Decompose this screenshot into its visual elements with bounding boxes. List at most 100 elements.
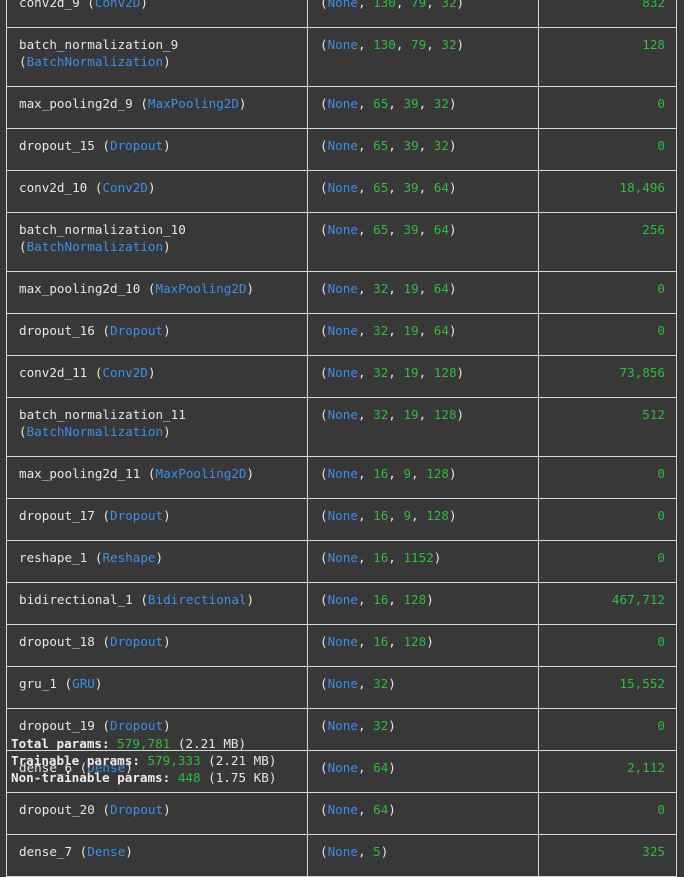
paren: ): [163, 508, 171, 523]
layer-type: Dropout: [110, 634, 164, 649]
shape-none: None: [327, 323, 358, 338]
param-count-cell: 0: [538, 708, 677, 751]
layer-row: dropout_17 (Dropout) (None, 16, 9, 128) 0: [6, 498, 677, 541]
total-params-size: (2.21 MB): [177, 736, 247, 751]
comma: ,: [357, 407, 374, 422]
layer-type: Conv2D: [102, 365, 148, 380]
shape-dim: 19: [403, 365, 419, 380]
shape-dim: 1152: [403, 550, 434, 565]
shape-dim: 130: [373, 0, 396, 10]
param-count: 512: [642, 407, 665, 422]
comma: ,: [388, 592, 404, 607]
layer-name: bidirectional_1: [19, 592, 133, 607]
shape-dim: 128: [433, 407, 457, 422]
layer-name: reshape_1: [19, 550, 88, 565]
comma: ,: [426, 37, 442, 52]
comma: ,: [357, 96, 374, 111]
shape-dim: 39: [403, 138, 419, 153]
paren: ): [448, 323, 457, 338]
param-count: 0: [657, 802, 665, 817]
paren: (: [320, 0, 328, 10]
shape-dim: 128: [403, 592, 427, 607]
comma: ,: [357, 550, 374, 565]
paren: ): [448, 96, 457, 111]
paren: (: [320, 760, 328, 775]
comma: ,: [388, 407, 404, 422]
comma: ,: [418, 281, 434, 296]
param-count: 15,552: [619, 676, 666, 691]
paren: (: [64, 676, 73, 691]
layer-name-cell: dropout_16 (Dropout): [6, 313, 308, 356]
layer-name-cell: dense_7 (Dense): [6, 834, 308, 877]
output-shape-cell: (None, 65, 39, 64): [307, 170, 539, 213]
shape-none: None: [327, 96, 358, 111]
layer-name: dropout_16: [19, 323, 95, 338]
paren: (: [320, 407, 328, 422]
param-count-cell: 0: [538, 86, 677, 129]
comma: ,: [411, 508, 427, 523]
comma: ,: [418, 138, 434, 153]
shape-dim: 9: [403, 508, 412, 523]
shape-none: None: [327, 222, 358, 237]
layer-name: dropout_15: [19, 138, 95, 153]
paren: ): [380, 844, 389, 859]
paren: (: [320, 281, 328, 296]
paren: ): [147, 180, 156, 195]
nontrainable-params-size: (1.75 KB): [208, 770, 277, 785]
shape-dim: 65: [373, 138, 389, 153]
paren: (: [320, 676, 328, 691]
paren: ): [448, 138, 457, 153]
shape-dim: 32: [433, 96, 449, 111]
shape-none: None: [327, 550, 358, 565]
comma: ,: [411, 466, 427, 481]
paren: (: [102, 508, 111, 523]
comma: ,: [357, 592, 374, 607]
param-count: 128: [642, 37, 665, 52]
output-shape-cell: (None, 130, 79, 32): [307, 0, 539, 28]
param-count-cell: 0: [538, 128, 677, 171]
comma: ,: [388, 508, 404, 523]
paren: ): [163, 239, 171, 254]
layer-name-cell: dropout_18 (Dropout): [6, 624, 308, 667]
shape-dim: 32: [373, 365, 389, 380]
layer-name: batch_normalization_9: [19, 37, 179, 52]
shape-none: None: [327, 760, 358, 775]
layer-row: dropout_16 (Dropout) (None, 32, 19, 64) 0: [6, 313, 677, 356]
shape-none: None: [327, 844, 358, 859]
param-count: 0: [657, 138, 665, 153]
layer-name-cell: conv2d_10 (Conv2D): [6, 170, 308, 213]
layer-name-cell: dropout_20 (Dropout): [6, 792, 308, 835]
layer-row: gru_1 (GRU) (None, 32) 15,552: [6, 666, 677, 709]
paren: ): [147, 365, 156, 380]
paren: (: [147, 281, 156, 296]
shape-dim: 64: [373, 802, 389, 817]
paren: ): [456, 365, 465, 380]
param-count: 0: [657, 323, 665, 338]
output-shape-cell: (None, 64): [307, 750, 539, 793]
output-shape-cell: (None, 16, 1152): [307, 540, 539, 583]
layer-name: max_pooling2d_9: [19, 96, 133, 111]
nontrainable-params-value: 448: [177, 770, 201, 785]
comma: ,: [395, 0, 412, 10]
paren: (: [320, 96, 328, 111]
paren: (: [87, 0, 95, 10]
paren: (: [102, 634, 111, 649]
total-params-label: Total params:: [11, 736, 110, 751]
shape-none: None: [327, 466, 358, 481]
layer-row: conv2d_10 (Conv2D) (None, 65, 39, 64) 18,4…: [6, 170, 677, 213]
comma: ,: [418, 96, 434, 111]
shape-dim: 64: [433, 180, 449, 195]
comma: ,: [426, 0, 442, 10]
param-count-cell: 2,112: [538, 750, 677, 793]
param-count-cell: 73,856: [538, 355, 677, 398]
param-count: 0: [657, 281, 665, 296]
paren: ): [456, 407, 465, 422]
paren: (: [320, 37, 328, 52]
paren: ): [94, 676, 103, 691]
layer-name-cell: bidirectional_1 (Bidirectional): [6, 582, 308, 625]
param-count: 832: [642, 0, 665, 10]
shape-none: None: [327, 676, 358, 691]
paren: (: [140, 96, 148, 111]
layer-name-cell: reshape_1 (Reshape): [6, 540, 308, 583]
shape-dim: 128: [426, 508, 449, 523]
